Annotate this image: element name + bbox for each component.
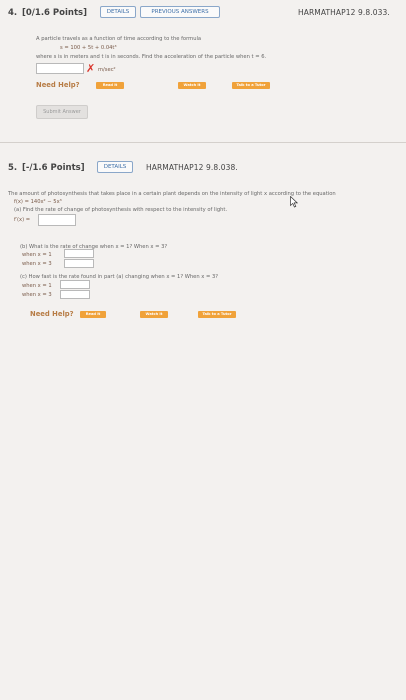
- q4-unit: m/sec²: [98, 67, 116, 73]
- q5-intro: The amount of photosynthesis that takes …: [8, 191, 336, 197]
- q5-read-it-button[interactable]: Read It: [80, 311, 106, 318]
- question-4-id: HARMATHAP12 9.8.033.: [298, 8, 390, 17]
- q4-talk-to-tutor-button[interactable]: Talk to a Tutor: [232, 82, 270, 89]
- question-5-number: 5.: [8, 163, 18, 173]
- q5-b-when-1-input[interactable]: [64, 249, 94, 258]
- q4-watch-it-button[interactable]: Watch It: [178, 82, 206, 89]
- q4-need-help-label: Need Help?: [36, 81, 80, 89]
- q4-details-button[interactable]: DETAILS: [100, 6, 136, 18]
- q5-fprime-input[interactable]: [38, 214, 76, 226]
- question-5-points: [-/1.6 Points]: [22, 163, 85, 173]
- q5-need-help-label: Need Help?: [30, 310, 74, 318]
- q4-where-line: where s is in meters and t is in seconds…: [36, 54, 267, 60]
- question-4-points: [0/1.6 Points]: [22, 8, 87, 18]
- q5-b-when-3-label: when x = 3: [22, 261, 52, 267]
- q4-answer-input[interactable]: [36, 63, 84, 74]
- q5-part-c: (c) How fast is the rate found in part (…: [20, 274, 219, 280]
- q5-c-when-3-label: when x = 3: [22, 292, 52, 298]
- q4-submit-answer-button[interactable]: Submit Answer: [36, 105, 88, 119]
- question-5-id: HARMATHAP12 9.8.038.: [146, 163, 238, 172]
- incorrect-x-icon: ✗: [86, 62, 96, 75]
- q5-formula: f(x) = 140x² − 5x³: [14, 199, 62, 205]
- q4-formula: s = 100 + 5t + 0.04t³: [60, 45, 117, 51]
- q5-watch-it-button[interactable]: Watch It: [140, 311, 168, 318]
- question-4-number: 4.: [8, 8, 18, 18]
- q5-b-when-3-input[interactable]: [64, 259, 94, 268]
- question-divider: [0, 142, 406, 143]
- q5-part-a: (a) Find the rate of change of photosynt…: [14, 207, 228, 213]
- q5-fprime-label: f′(x) =: [14, 217, 31, 223]
- q5-b-when-1-label: when x = 1: [22, 252, 52, 258]
- q5-c-when-3-input[interactable]: [60, 290, 90, 299]
- mouse-cursor-icon: [290, 196, 298, 208]
- q5-talk-to-tutor-button[interactable]: Talk to a Tutor: [198, 311, 236, 318]
- q4-read-it-button[interactable]: Read It: [96, 82, 124, 89]
- q4-previous-answers-button[interactable]: PREVIOUS ANSWERS: [140, 6, 220, 18]
- q5-details-button[interactable]: DETAILS: [97, 161, 133, 173]
- q5-c-when-1-input[interactable]: [60, 280, 90, 289]
- q4-prompt-line: A particle travels as a function of time…: [36, 36, 202, 42]
- q5-c-when-1-label: when x = 1: [22, 283, 52, 289]
